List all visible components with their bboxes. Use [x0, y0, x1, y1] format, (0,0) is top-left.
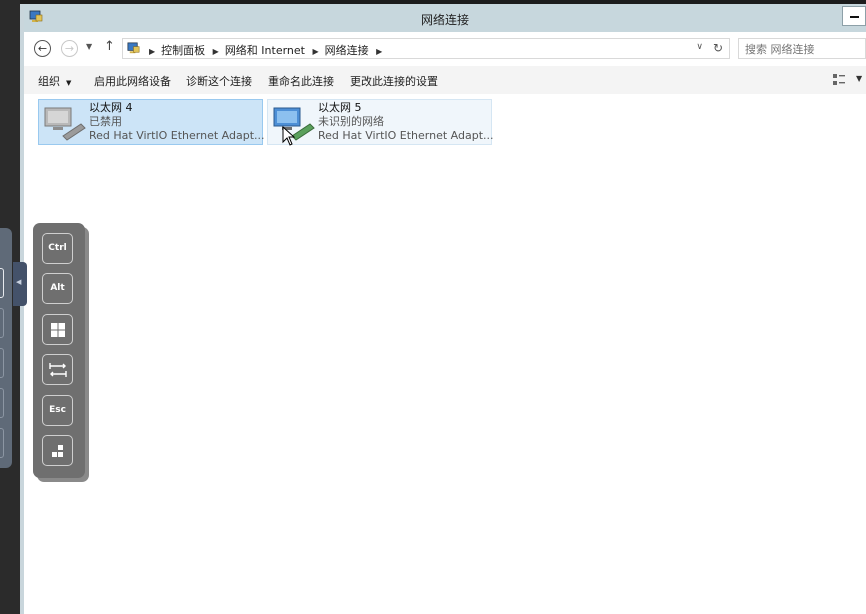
- enable-device-button[interactable]: 启用此网络设备: [94, 73, 171, 89]
- tab-key-button[interactable]: [42, 354, 73, 385]
- change-settings-button[interactable]: 更改此连接的设置: [350, 73, 438, 89]
- alt-key-button[interactable]: Alt: [42, 273, 73, 304]
- chevron-left-icon[interactable]: ◀: [16, 278, 21, 286]
- network-adapter-disabled-icon: [44, 107, 86, 141]
- diagnose-button[interactable]: 诊断这个连接: [186, 73, 252, 89]
- apps-icon: [51, 445, 63, 457]
- explorer-window: 网络连接 ← → ▼ ↑ ▶ 控制面板 ▶ 网络和 Internet ▶ 网络连接 ▶…: [20, 4, 866, 614]
- windows-key-button[interactable]: [42, 314, 73, 345]
- breadcrumb-control-panel[interactable]: 控制面板: [161, 44, 205, 57]
- ctrl-key-button[interactable]: Ctrl: [42, 233, 73, 264]
- search-input[interactable]: [743, 40, 865, 59]
- back-button[interactable]: ←: [34, 40, 51, 57]
- address-bar: ← → ▼ ↑ ▶ 控制面板 ▶ 网络和 Internet ▶ 网络连接 ▶ ∨ ↻: [24, 34, 866, 64]
- keyboard-panel-tab[interactable]: [0, 228, 12, 468]
- windows-icon: [50, 323, 65, 337]
- recent-locations-dropdown[interactable]: ▼: [86, 42, 92, 51]
- control-panel-icon: [127, 42, 140, 54]
- breadcrumb[interactable]: ▶ 控制面板 ▶ 网络和 Internet ▶ 网络连接 ▶ ∨ ↻: [122, 38, 730, 59]
- title-bar[interactable]: 网络连接: [24, 4, 866, 32]
- minimize-button[interactable]: [842, 6, 866, 26]
- connection-item-ethernet-5[interactable]: 以太网 5 未识别的网络 Red Hat VirtIO Ethernet Ada…: [267, 99, 494, 145]
- connection-adapter: Red Hat VirtIO Ethernet Adapt...: [318, 129, 494, 142]
- search-box[interactable]: [738, 38, 866, 59]
- tab-icon: [48, 363, 67, 377]
- breadcrumb-network-connections[interactable]: 网络连接: [325, 44, 369, 57]
- view-options-dropdown[interactable]: ▼: [856, 74, 862, 83]
- connection-status: 已禁用: [89, 115, 122, 128]
- chevron-right-icon[interactable]: ▶: [149, 47, 155, 56]
- change-view-icon[interactable]: [832, 73, 846, 87]
- esc-key-button[interactable]: Esc: [42, 395, 73, 426]
- organize-button[interactable]: 组织 ▼: [38, 73, 71, 89]
- connection-adapter: Red Hat VirtIO Ethernet Adapt...: [89, 129, 265, 142]
- connection-name: 以太网 5: [318, 101, 362, 114]
- virtual-keyboard-panel: Ctrl Alt Esc: [33, 223, 85, 478]
- side-tab-slot: [0, 388, 4, 418]
- up-button[interactable]: ↑: [104, 39, 115, 54]
- connection-item-ethernet-4[interactable]: 以太网 4 已禁用 Red Hat VirtIO Ethernet Adapt.…: [38, 99, 265, 145]
- forward-button[interactable]: →: [61, 40, 78, 57]
- breadcrumb-network-internet[interactable]: 网络和 Internet: [225, 44, 305, 57]
- mouse-cursor-icon: [282, 126, 296, 146]
- connections-list: 以太网 4 已禁用 Red Hat VirtIO Ethernet Adapt.…: [24, 94, 866, 614]
- chevron-down-icon[interactable]: ∨: [696, 42, 703, 52]
- chevron-right-icon[interactable]: ▶: [313, 47, 319, 56]
- caret-down-icon: ▼: [66, 79, 72, 87]
- chevron-right-icon[interactable]: ▶: [213, 47, 219, 56]
- side-tab-slot: [0, 428, 4, 458]
- connection-name: 以太网 4: [89, 101, 133, 114]
- refresh-icon[interactable]: ↻: [713, 41, 723, 55]
- connection-status: 未识别的网络: [318, 115, 384, 128]
- apps-key-button[interactable]: [42, 435, 73, 466]
- command-bar: 组织 ▼ 启用此网络设备 诊断这个连接 重命名此连接 更改此连接的设置 ▼: [24, 66, 866, 94]
- chevron-right-icon[interactable]: ▶: [376, 47, 382, 56]
- window-title: 网络连接: [420, 13, 469, 27]
- organize-label: 组织: [38, 75, 60, 88]
- side-tab-slot: [0, 348, 4, 378]
- side-tab-slot: [0, 268, 4, 298]
- side-tab-slot: [0, 308, 4, 338]
- rename-button[interactable]: 重命名此连接: [268, 73, 334, 89]
